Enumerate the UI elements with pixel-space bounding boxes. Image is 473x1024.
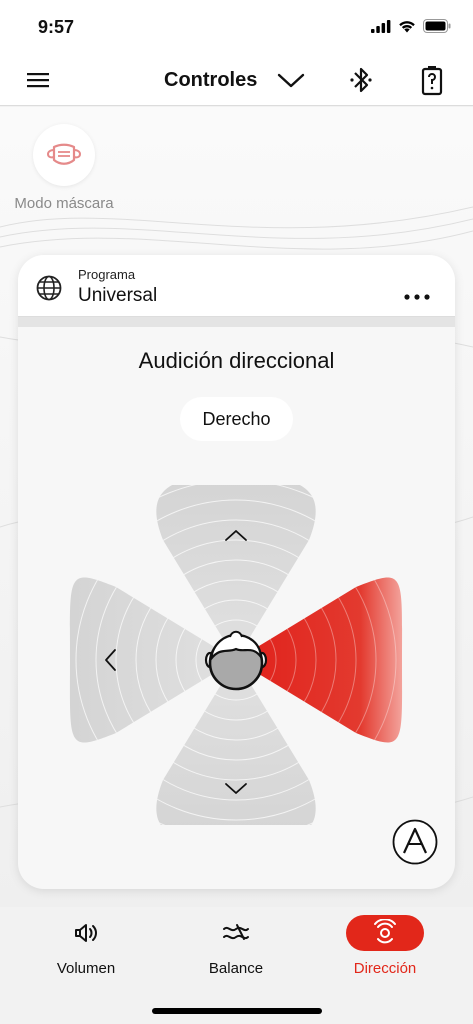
hearing-aid-battery-icon[interactable] [420, 64, 444, 96]
chevron-down-icon[interactable] [276, 68, 306, 92]
speaker-icon [75, 924, 97, 942]
face-mask-icon [46, 143, 82, 165]
mask-mode-button[interactable] [33, 124, 95, 186]
direction-card: Programa Universal Audición direccional … [18, 255, 455, 889]
tab-volume[interactable]: Volumen [21, 905, 151, 985]
directional-focus-control [69, 485, 403, 825]
tab-balance-label: Balance [208, 960, 264, 977]
hamburger-menu-icon[interactable] [26, 68, 50, 92]
globe-icon [36, 275, 62, 301]
automatic-mode-icon[interactable] [392, 819, 438, 865]
program-divider [18, 317, 455, 327]
bottom-tab-bar: Volumen Balance Dirección [0, 905, 473, 995]
status-icons [371, 19, 451, 33]
bluetooth-icon[interactable] [348, 64, 374, 96]
wifi-icon [399, 20, 415, 32]
more-options-icon[interactable] [402, 291, 432, 303]
direction-title: Audición direccional [138, 348, 335, 373]
program-name: Universal [78, 285, 158, 306]
tab-direction-label: Dirección [353, 960, 417, 977]
direction-icon [374, 919, 396, 944]
battery-status-icon [423, 19, 451, 33]
active-tab-indicator [346, 915, 424, 951]
listener-head-icon [204, 630, 268, 691]
tab-balance[interactable]: Balance [171, 905, 301, 985]
program-selector[interactable]: Programa Universal [18, 255, 455, 317]
tab-direction[interactable]: Dirección [320, 905, 450, 985]
status-time: 9:57 [38, 17, 75, 37]
balance-waves-icon [223, 924, 249, 940]
top-navigation-bar: Controles [0, 56, 473, 106]
mask-mode-label: Modo máscara [14, 195, 114, 212]
cellular-signal-icon [371, 19, 391, 33]
program-caption: Programa [78, 267, 136, 282]
tab-volume-label: Volumen [56, 960, 116, 977]
home-indicator[interactable] [152, 1008, 322, 1014]
status-bar: 9:57 [0, 0, 473, 56]
side-selector-button[interactable]: Derecho [180, 397, 293, 441]
page-title[interactable]: Controles [164, 69, 257, 92]
